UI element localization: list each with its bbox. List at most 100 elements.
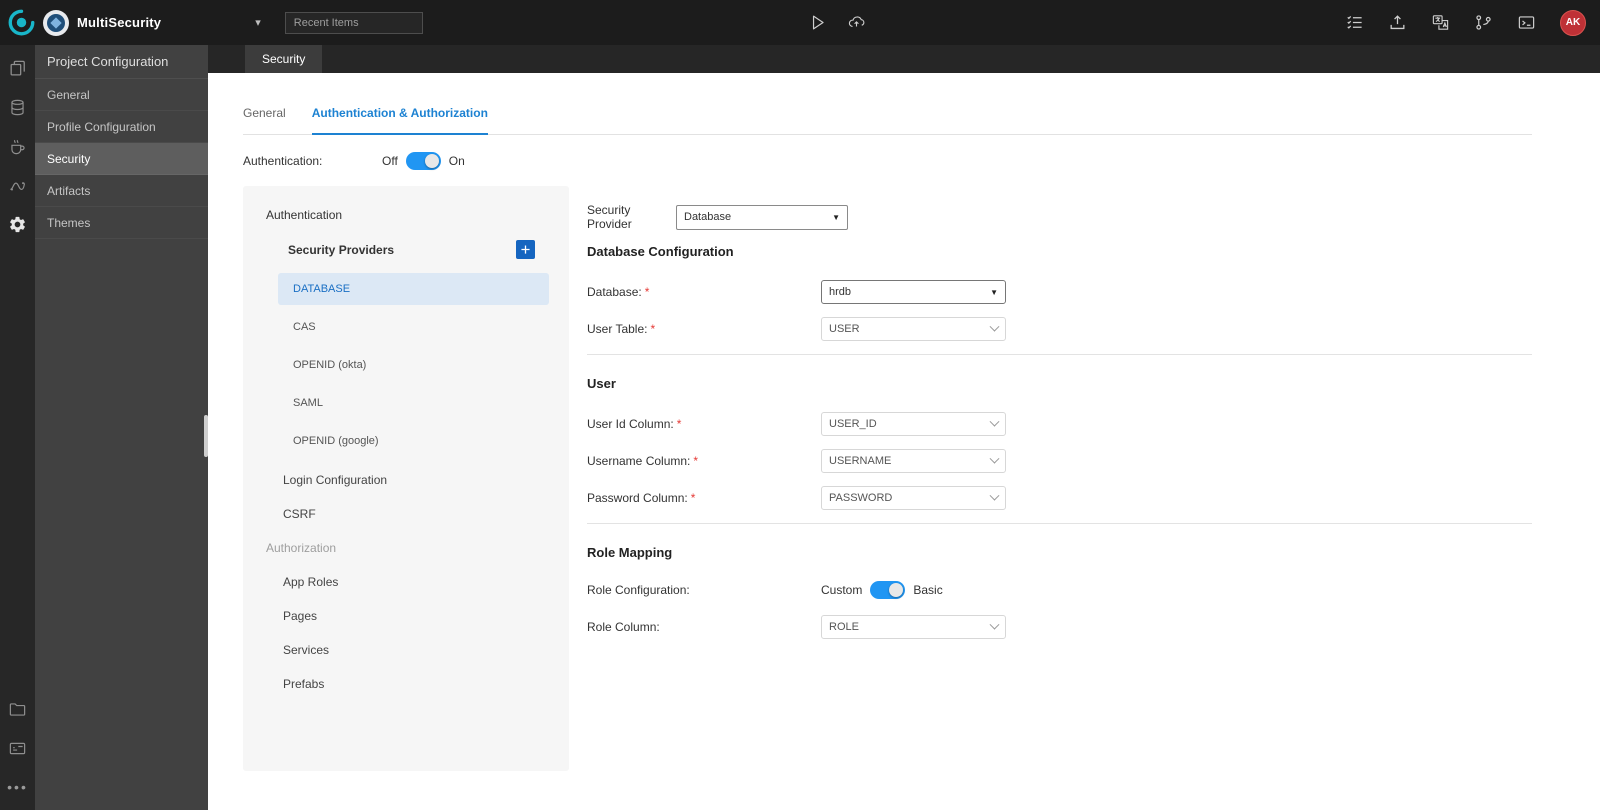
project-avatar bbox=[43, 9, 69, 36]
chevron-down-icon bbox=[989, 416, 1000, 427]
topbar: MultiSecurity ▾ AK bbox=[0, 0, 1600, 45]
sidebar-item-profile-configuration[interactable]: Profile Configuration bbox=[35, 111, 208, 143]
role-column-row: Role Column: ROLE bbox=[587, 615, 1532, 639]
provider-item-saml[interactable]: SAML bbox=[278, 387, 549, 419]
provider-item-cas[interactable]: CAS bbox=[278, 311, 549, 343]
nav-item-prefabs[interactable]: Prefabs bbox=[243, 667, 569, 701]
provider-item-openid-google[interactable]: OPENID (google) bbox=[278, 425, 549, 457]
user-table-label: User Table: * bbox=[587, 322, 656, 336]
user-table-row: User Table: * USER bbox=[587, 317, 1532, 341]
database-row: Database: * hrdb ▼ bbox=[587, 280, 1532, 304]
role-configuration-toggle[interactable] bbox=[870, 581, 906, 599]
sidebar-title: Project Configuration bbox=[35, 45, 208, 79]
role-column-label: Role Column: bbox=[587, 620, 660, 634]
checklist-icon[interactable] bbox=[1345, 13, 1364, 32]
tab-authentication-authorization[interactable]: Authentication & Authorization bbox=[311, 106, 488, 135]
settings-icon[interactable] bbox=[7, 213, 29, 235]
doc-tab-security[interactable]: Security bbox=[245, 45, 323, 73]
security-providers-label: Security Providers bbox=[288, 242, 395, 257]
project-name: MultiSecurity bbox=[77, 15, 162, 30]
provider-item-openid-okta[interactable]: OPENID (okta) bbox=[278, 349, 549, 381]
role-basic-label: Basic bbox=[913, 583, 943, 597]
security-provider-select[interactable]: Database ▼ bbox=[676, 204, 848, 230]
username-column-row: Username Column: * USERNAME bbox=[587, 449, 1532, 473]
chevron-down-icon bbox=[989, 321, 1000, 332]
app-shell: ••• Project Configuration General Profil… bbox=[0, 45, 1600, 810]
recent-items-input[interactable] bbox=[284, 11, 423, 34]
apis-icon[interactable] bbox=[7, 174, 29, 196]
security-provider-row: Security Provider Database ▼ bbox=[587, 203, 1532, 231]
username-column-label: Username Column: * bbox=[587, 454, 699, 468]
authentication-label: Authentication: bbox=[243, 154, 323, 168]
add-provider-button[interactable] bbox=[516, 240, 535, 259]
nav-item-login-configuration[interactable]: Login Configuration bbox=[243, 463, 569, 497]
branch-icon[interactable] bbox=[1474, 13, 1493, 32]
chevron-down-icon bbox=[989, 490, 1000, 501]
required-marker: * bbox=[693, 454, 699, 468]
security-content: General Authentication & Authorization A… bbox=[208, 73, 1600, 810]
document-tabstrip: Security bbox=[208, 45, 1600, 73]
nav-item-pages[interactable]: Pages bbox=[243, 599, 569, 633]
sidebar-scrollbar-thumb[interactable] bbox=[204, 415, 208, 457]
database-icon[interactable] bbox=[7, 96, 29, 118]
java-services-icon[interactable] bbox=[7, 135, 29, 157]
user-id-column-row: User Id Column: * USER_ID bbox=[587, 412, 1532, 436]
main-area: Security General Authentication & Author… bbox=[208, 45, 1600, 810]
sidebar-item-general[interactable]: General bbox=[35, 79, 208, 111]
authorization-section-header: Authorization bbox=[266, 541, 337, 555]
role-configuration-row: Role Configuration: Custom Basic bbox=[587, 581, 1532, 599]
database-label: Database: * bbox=[587, 285, 650, 299]
panels: Authentication Security Providers DATABA… bbox=[243, 186, 1532, 771]
sidebar-item-themes[interactable]: Themes bbox=[35, 207, 208, 239]
console-icon[interactable] bbox=[1517, 13, 1536, 32]
required-marker: * bbox=[644, 285, 650, 299]
password-column-select[interactable]: PASSWORD bbox=[821, 486, 1006, 510]
run-preview-icon[interactable] bbox=[808, 13, 827, 32]
cloud-deploy-icon[interactable] bbox=[847, 13, 866, 32]
toggle-off-label: Off bbox=[382, 154, 398, 168]
sidebar-item-artifacts[interactable]: Artifacts bbox=[35, 175, 208, 207]
authentication-toggle-row: Authentication: Off On bbox=[243, 150, 1532, 172]
project-switcher-chevron-icon[interactable]: ▾ bbox=[255, 16, 261, 29]
database-select[interactable]: hrdb ▼ bbox=[821, 280, 1006, 304]
role-mapping-title: Role Mapping bbox=[587, 545, 673, 560]
role-custom-label: Custom bbox=[821, 583, 863, 597]
user-id-column-select[interactable]: USER_ID bbox=[821, 412, 1006, 436]
provider-item-database[interactable]: DATABASE bbox=[278, 273, 549, 305]
user-id-column-label: User Id Column: * bbox=[587, 417, 682, 431]
authentication-toggle[interactable] bbox=[405, 152, 441, 170]
required-marker: * bbox=[690, 491, 696, 505]
role-column-select[interactable]: ROLE bbox=[821, 615, 1006, 639]
left-rail: ••• bbox=[0, 45, 35, 810]
card-icon[interactable] bbox=[7, 737, 29, 759]
topbar-left: MultiSecurity ▾ bbox=[0, 9, 423, 36]
nav-item-app-roles[interactable]: App Roles bbox=[243, 565, 569, 599]
toggle-on-label: On bbox=[448, 154, 465, 168]
section-divider bbox=[587, 523, 1532, 524]
section-divider bbox=[587, 354, 1532, 355]
required-marker: * bbox=[676, 417, 682, 431]
wavemaker-logo-icon[interactable] bbox=[8, 9, 35, 36]
database-configuration-title: Database Configuration bbox=[587, 244, 734, 259]
chevron-down-icon bbox=[989, 453, 1000, 464]
password-column-label: Password Column: * bbox=[587, 491, 696, 505]
folder-icon[interactable] bbox=[7, 698, 29, 720]
user-avatar[interactable]: AK bbox=[1560, 9, 1586, 36]
project-config-sidebar: Project Configuration General Profile Co… bbox=[35, 45, 208, 810]
user-section-title: User bbox=[587, 376, 616, 391]
security-provider-label: Security Provider bbox=[587, 203, 632, 231]
security-nav-panel: Authentication Security Providers DATABA… bbox=[243, 186, 569, 771]
tab-general[interactable]: General bbox=[243, 106, 286, 134]
dropdown-caret-icon: ▼ bbox=[832, 212, 840, 222]
nav-item-csrf[interactable]: CSRF bbox=[243, 497, 569, 531]
more-icon[interactable]: ••• bbox=[7, 776, 29, 798]
authentication-section-header: Authentication bbox=[266, 208, 343, 222]
sidebar-item-security[interactable]: Security bbox=[35, 143, 208, 175]
username-column-select[interactable]: USERNAME bbox=[821, 449, 1006, 473]
user-table-select[interactable]: USER bbox=[821, 317, 1006, 341]
provider-form-panel: Security Provider Database ▼ Database Co… bbox=[569, 186, 1532, 771]
nav-item-services[interactable]: Services bbox=[243, 633, 569, 667]
export-icon[interactable] bbox=[1388, 13, 1407, 32]
translate-icon[interactable] bbox=[1431, 13, 1450, 32]
pages-icon[interactable] bbox=[7, 57, 29, 79]
